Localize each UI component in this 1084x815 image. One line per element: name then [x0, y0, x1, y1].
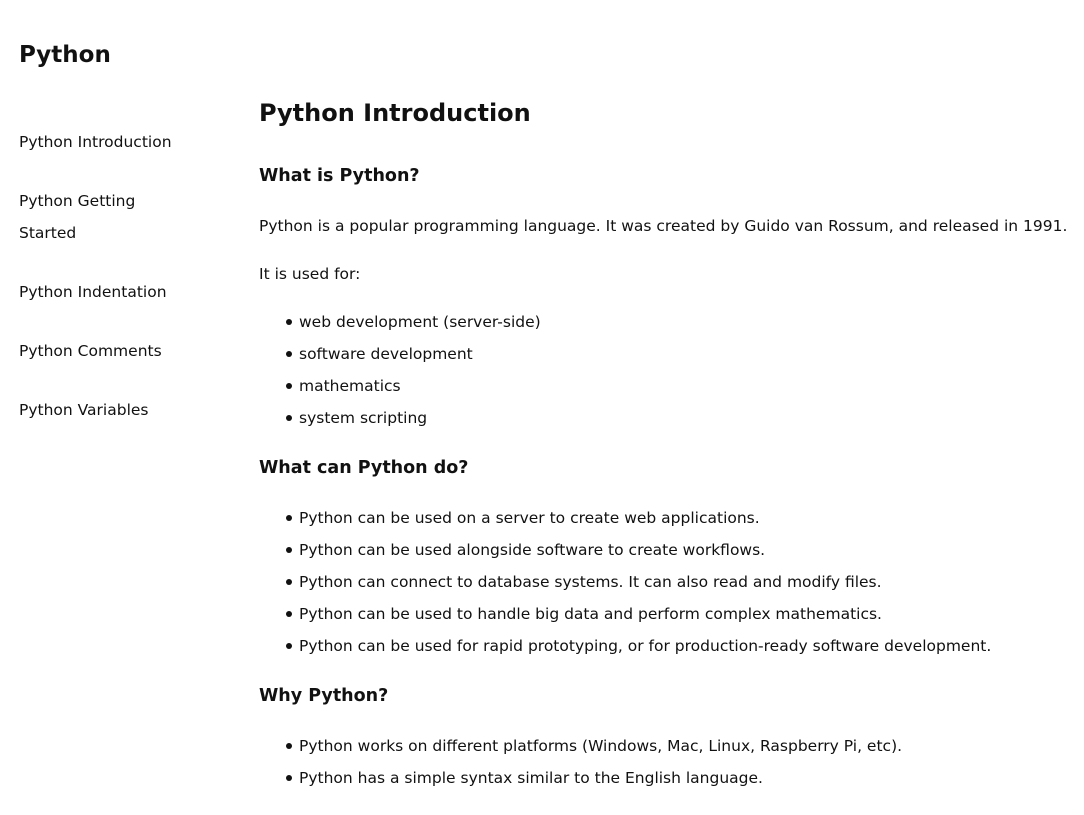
sidebar-item-python-comments[interactable]: Python Comments: [19, 335, 219, 367]
list-item: software development: [286, 338, 1084, 370]
section-heading: What can Python do?: [259, 458, 469, 478]
sidebar-item-python-getting-started[interactable]: Python Getting Started: [19, 185, 179, 249]
section-what-can-python-do: What can Python do? Python can be used o…: [259, 455, 1084, 662]
list-item: Python can be used on a server to create…: [286, 502, 1084, 534]
list-item: Python has a simple syntax similar to th…: [286, 762, 1084, 794]
intro-paragraph: Python is a popular programming language…: [259, 217, 1068, 235]
section-why-python: Why Python? Python works on different pl…: [259, 683, 1084, 794]
section-heading: Why Python?: [259, 686, 389, 706]
list-item: Python can be used alongside software to…: [286, 534, 1084, 566]
list-item: web development (server-side): [286, 306, 1084, 338]
capabilities-list: Python can be used on a server to create…: [259, 502, 1084, 662]
list-item: system scripting: [286, 402, 1084, 434]
section-heading: What is Python?: [259, 166, 420, 186]
list-item: mathematics: [286, 370, 1084, 402]
sidebar-nav: Python Introduction Python Getting Start…: [19, 126, 219, 453]
list-item: Python can connect to database systems. …: [286, 566, 1084, 598]
why-python-list: Python works on different platforms (Win…: [259, 730, 1084, 794]
list-item: Python can be used to handle big data an…: [286, 598, 1084, 630]
main-content: Python Introduction What is Python? Pyth…: [259, 96, 1084, 815]
sidebar-item-python-variables[interactable]: Python Variables: [19, 394, 219, 426]
site-title: Python: [19, 42, 111, 68]
used-for-paragraph: It is used for:: [259, 265, 361, 283]
sidebar-item-python-introduction[interactable]: Python Introduction: [19, 126, 219, 158]
section-what-is-python: What is Python? Python is a popular prog…: [259, 163, 1084, 434]
list-item: Python can be used for rapid prototyping…: [286, 630, 1084, 662]
sidebar-item-python-indentation[interactable]: Python Indentation: [19, 276, 219, 308]
used-for-list: web development (server-side) software d…: [259, 306, 1084, 434]
page-title: Python Introduction: [259, 99, 531, 127]
list-item: Python works on different platforms (Win…: [286, 730, 1084, 762]
